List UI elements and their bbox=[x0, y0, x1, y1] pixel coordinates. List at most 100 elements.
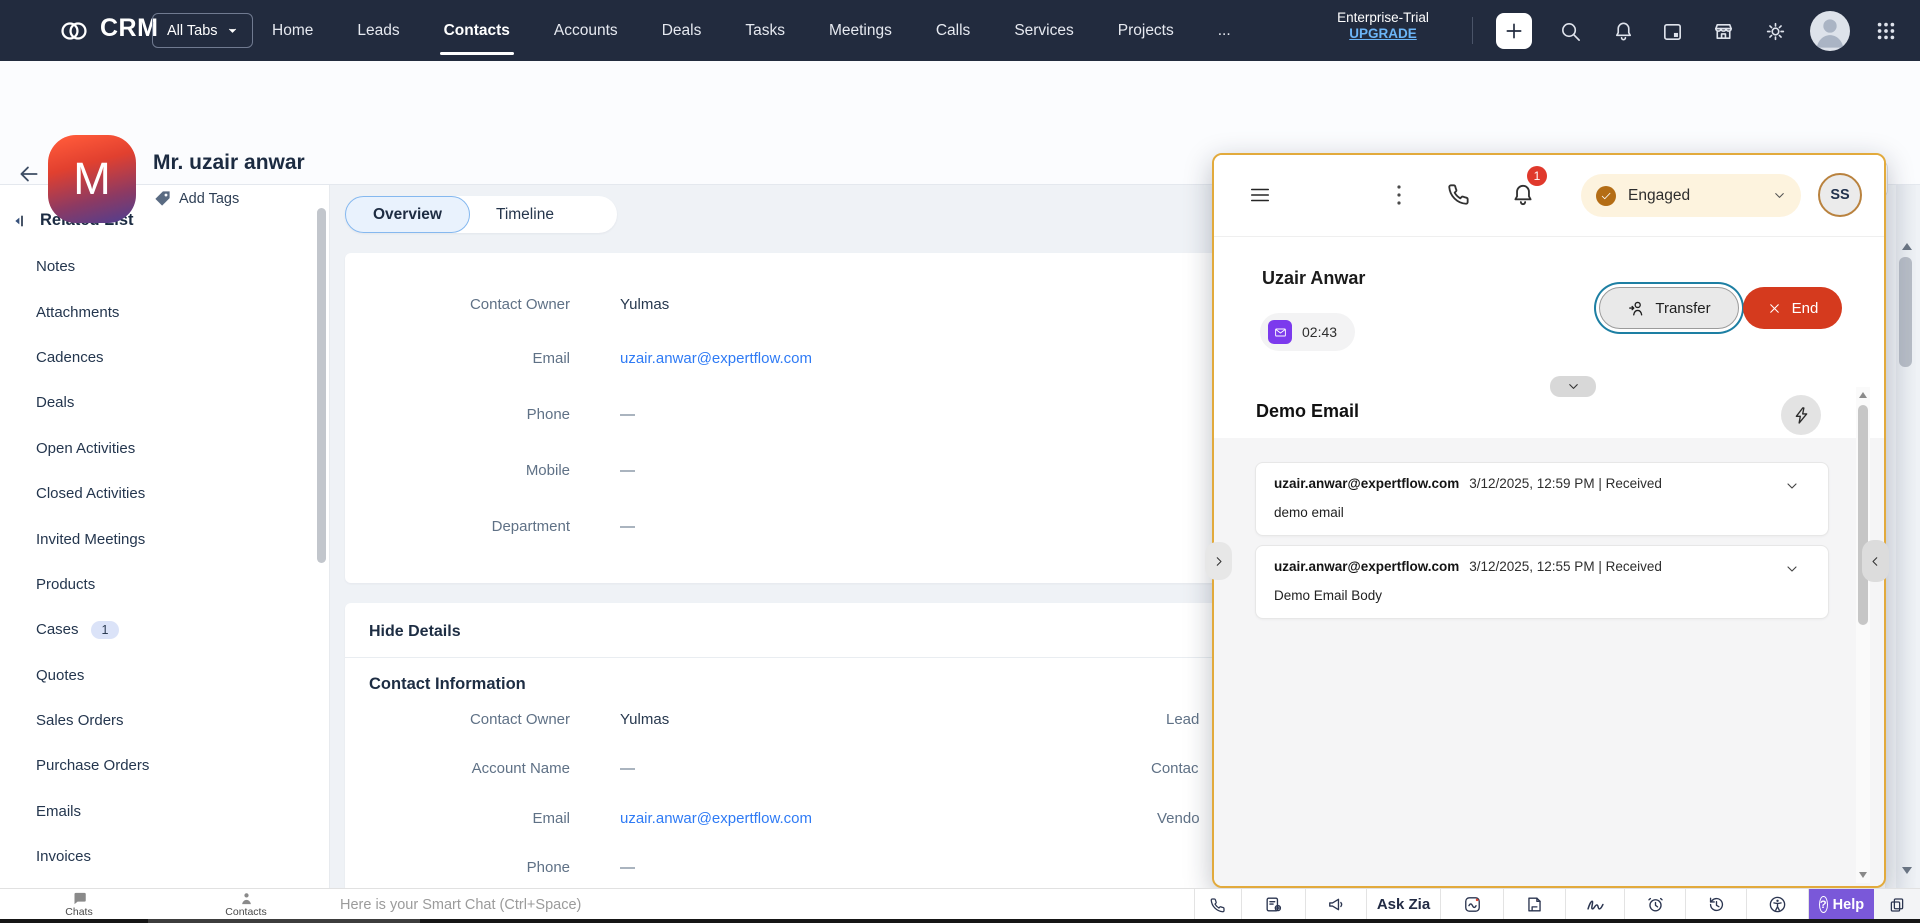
sidebar-item-products[interactable]: Products bbox=[0, 562, 329, 607]
sidebar-item-sales-orders[interactable]: Sales Orders bbox=[0, 698, 329, 743]
nav-item-tasks[interactable]: Tasks bbox=[723, 0, 807, 61]
sidebar-item-deals[interactable]: Deals bbox=[0, 380, 329, 425]
nav-item-calls[interactable]: Calls bbox=[914, 0, 992, 61]
widget-header: 1 Engaged SS bbox=[1214, 155, 1884, 237]
upgrade-link[interactable]: UPGRADE bbox=[1318, 26, 1448, 41]
dock-history-icon[interactable] bbox=[1685, 889, 1746, 920]
sidebar-item-cases[interactable]: Cases1 bbox=[0, 607, 329, 652]
scroll-down-arrow[interactable] bbox=[1859, 872, 1867, 878]
sidebar-item-notes[interactable]: Notes bbox=[0, 244, 329, 289]
widget-bell-icon[interactable] bbox=[1510, 182, 1536, 208]
email-body-preview: demo email bbox=[1274, 505, 1344, 520]
scroll-down-arrow[interactable] bbox=[1902, 867, 1912, 874]
taskbar-edge-strip bbox=[0, 919, 1920, 923]
nav-item-home[interactable]: Home bbox=[250, 0, 335, 61]
sidebar-item-invoices[interactable]: Invoices bbox=[0, 834, 329, 879]
notification-count-badge: 1 bbox=[1527, 166, 1547, 186]
scroll-up-arrow[interactable] bbox=[1859, 392, 1867, 398]
hide-details-toggle[interactable]: Hide Details bbox=[369, 623, 461, 641]
search-icon[interactable] bbox=[1558, 19, 1582, 43]
dock-alarm-icon[interactable] bbox=[1624, 889, 1685, 920]
expand-chevron-icon[interactable] bbox=[1784, 561, 1800, 577]
back-arrow-icon[interactable] bbox=[16, 161, 42, 187]
email-thread-title: Demo Email bbox=[1256, 401, 1359, 422]
sidebar-item-campaigns[interactable]: Campaigns bbox=[0, 879, 329, 888]
sidebar-item-emails[interactable]: Emails bbox=[0, 789, 329, 834]
sidebar-item-attachments[interactable]: Attachments bbox=[0, 289, 329, 334]
dialer-phone-icon[interactable] bbox=[1446, 181, 1472, 207]
sidebar-item-invited-meetings[interactable]: Invited Meetings bbox=[0, 516, 329, 561]
email-link[interactable]: uzair.anwar@expertflow.com bbox=[620, 810, 812, 827]
dock-contacts[interactable]: Contacts bbox=[215, 889, 277, 920]
transfer-button[interactable]: Transfer bbox=[1599, 287, 1739, 329]
email-card[interactable]: uzair.anwar@expertflow.com 3/12/2025, 12… bbox=[1255, 462, 1829, 536]
contact-avatar[interactable]: M bbox=[48, 135, 136, 223]
timer-value: 02:43 bbox=[1302, 324, 1337, 340]
smart-chat-input[interactable]: Here is your Smart Chat (Ctrl+Space) bbox=[340, 889, 581, 920]
chevron-right-icon bbox=[1211, 554, 1226, 569]
related-list-items: Notes Attachments Cadences Deals Open Ac… bbox=[0, 244, 329, 888]
dock-accessibility-icon[interactable] bbox=[1746, 889, 1808, 920]
sidebar-item-purchase-orders[interactable]: Purchase Orders bbox=[0, 743, 329, 788]
plus-icon bbox=[1504, 21, 1524, 41]
sidebar-item-closed-activities[interactable]: Closed Activities bbox=[0, 471, 329, 516]
notifications-bell-icon[interactable] bbox=[1611, 19, 1635, 43]
sidebar-scrollbar[interactable] bbox=[317, 208, 326, 563]
agent-avatar[interactable]: SS bbox=[1818, 173, 1862, 217]
dock-phone-icon[interactable] bbox=[1194, 889, 1241, 920]
page-scrollbar[interactable] bbox=[1896, 185, 1916, 888]
sidebar-item-open-activities[interactable]: Open Activities bbox=[0, 426, 329, 471]
chat-bubble-icon bbox=[72, 891, 87, 906]
end-call-button[interactable]: End bbox=[1743, 287, 1842, 329]
dock-ask-zia[interactable]: Ask Zia bbox=[1366, 889, 1440, 920]
add-tags-button[interactable]: Add Tags bbox=[153, 189, 239, 208]
marketplace-icon[interactable] bbox=[1711, 19, 1735, 43]
dock-zia-icon[interactable] bbox=[1440, 889, 1503, 920]
nav-item-projects[interactable]: Projects bbox=[1096, 0, 1196, 61]
tab-timeline[interactable]: Timeline bbox=[470, 206, 580, 224]
summary-row: Phone— bbox=[345, 406, 635, 423]
user-avatar[interactable] bbox=[1810, 11, 1850, 51]
dock-page-flip-icon[interactable] bbox=[1503, 889, 1565, 920]
expand-chevron-icon[interactable] bbox=[1784, 478, 1800, 494]
menu-hamburger-icon[interactable] bbox=[1247, 184, 1273, 206]
dock-chats[interactable]: Chats bbox=[52, 889, 106, 920]
quick-create-button[interactable] bbox=[1496, 13, 1532, 49]
dock-feedback-icon[interactable] bbox=[1241, 889, 1305, 920]
dock-tools: Ask Zia ? Help bbox=[1194, 889, 1920, 920]
app-grid-icon[interactable] bbox=[1874, 19, 1898, 43]
agent-status-dropdown[interactable]: Engaged bbox=[1581, 174, 1801, 217]
nav-item-contacts[interactable]: Contacts bbox=[422, 0, 532, 61]
all-tabs-dropdown[interactable]: All Tabs bbox=[152, 13, 253, 48]
collapse-panel-icon[interactable] bbox=[12, 213, 28, 229]
dock-copy-icon[interactable] bbox=[1874, 889, 1920, 920]
calendar-icon[interactable] bbox=[1660, 19, 1684, 43]
sidebar-item-cadences[interactable]: Cadences bbox=[0, 335, 329, 380]
panel-expand-handle-left[interactable] bbox=[1205, 542, 1232, 580]
settings-gear-icon[interactable] bbox=[1763, 19, 1787, 43]
scrollbar-thumb[interactable] bbox=[1899, 257, 1912, 367]
email-from: uzair.anwar@expertflow.com bbox=[1274, 559, 1459, 574]
email-link[interactable]: uzair.anwar@expertflow.com bbox=[620, 350, 812, 367]
nav-item-services[interactable]: Services bbox=[992, 0, 1095, 61]
nav-item-meetings[interactable]: Meetings bbox=[807, 0, 914, 61]
sidebar-item-quotes[interactable]: Quotes bbox=[0, 653, 329, 698]
tab-overview[interactable]: Overview bbox=[345, 196, 470, 233]
nav-item-leads[interactable]: Leads bbox=[335, 0, 421, 61]
nav-item-deals[interactable]: Deals bbox=[640, 0, 724, 61]
dock-announcement-icon[interactable] bbox=[1305, 889, 1366, 920]
end-label: End bbox=[1792, 300, 1819, 317]
dock-zia-signature-icon[interactable] bbox=[1565, 889, 1624, 920]
chevron-down-icon bbox=[1566, 379, 1581, 394]
quick-actions-bolt-icon[interactable] bbox=[1781, 395, 1821, 435]
email-card[interactable]: uzair.anwar@expertflow.com 3/12/2025, 12… bbox=[1255, 545, 1829, 619]
scrollbar-thumb[interactable] bbox=[1858, 405, 1868, 625]
scroll-up-arrow[interactable] bbox=[1902, 243, 1912, 250]
nav-overflow-button[interactable]: ... bbox=[1196, 0, 1253, 61]
widget-scrollbar[interactable] bbox=[1856, 387, 1870, 883]
nav-item-accounts[interactable]: Accounts bbox=[532, 0, 640, 61]
kebab-menu-icon[interactable] bbox=[1392, 181, 1406, 209]
panel-collapse-handle-right[interactable] bbox=[1862, 540, 1889, 582]
help-button[interactable]: ? Help bbox=[1808, 889, 1874, 920]
collapse-section-button[interactable] bbox=[1550, 376, 1596, 397]
